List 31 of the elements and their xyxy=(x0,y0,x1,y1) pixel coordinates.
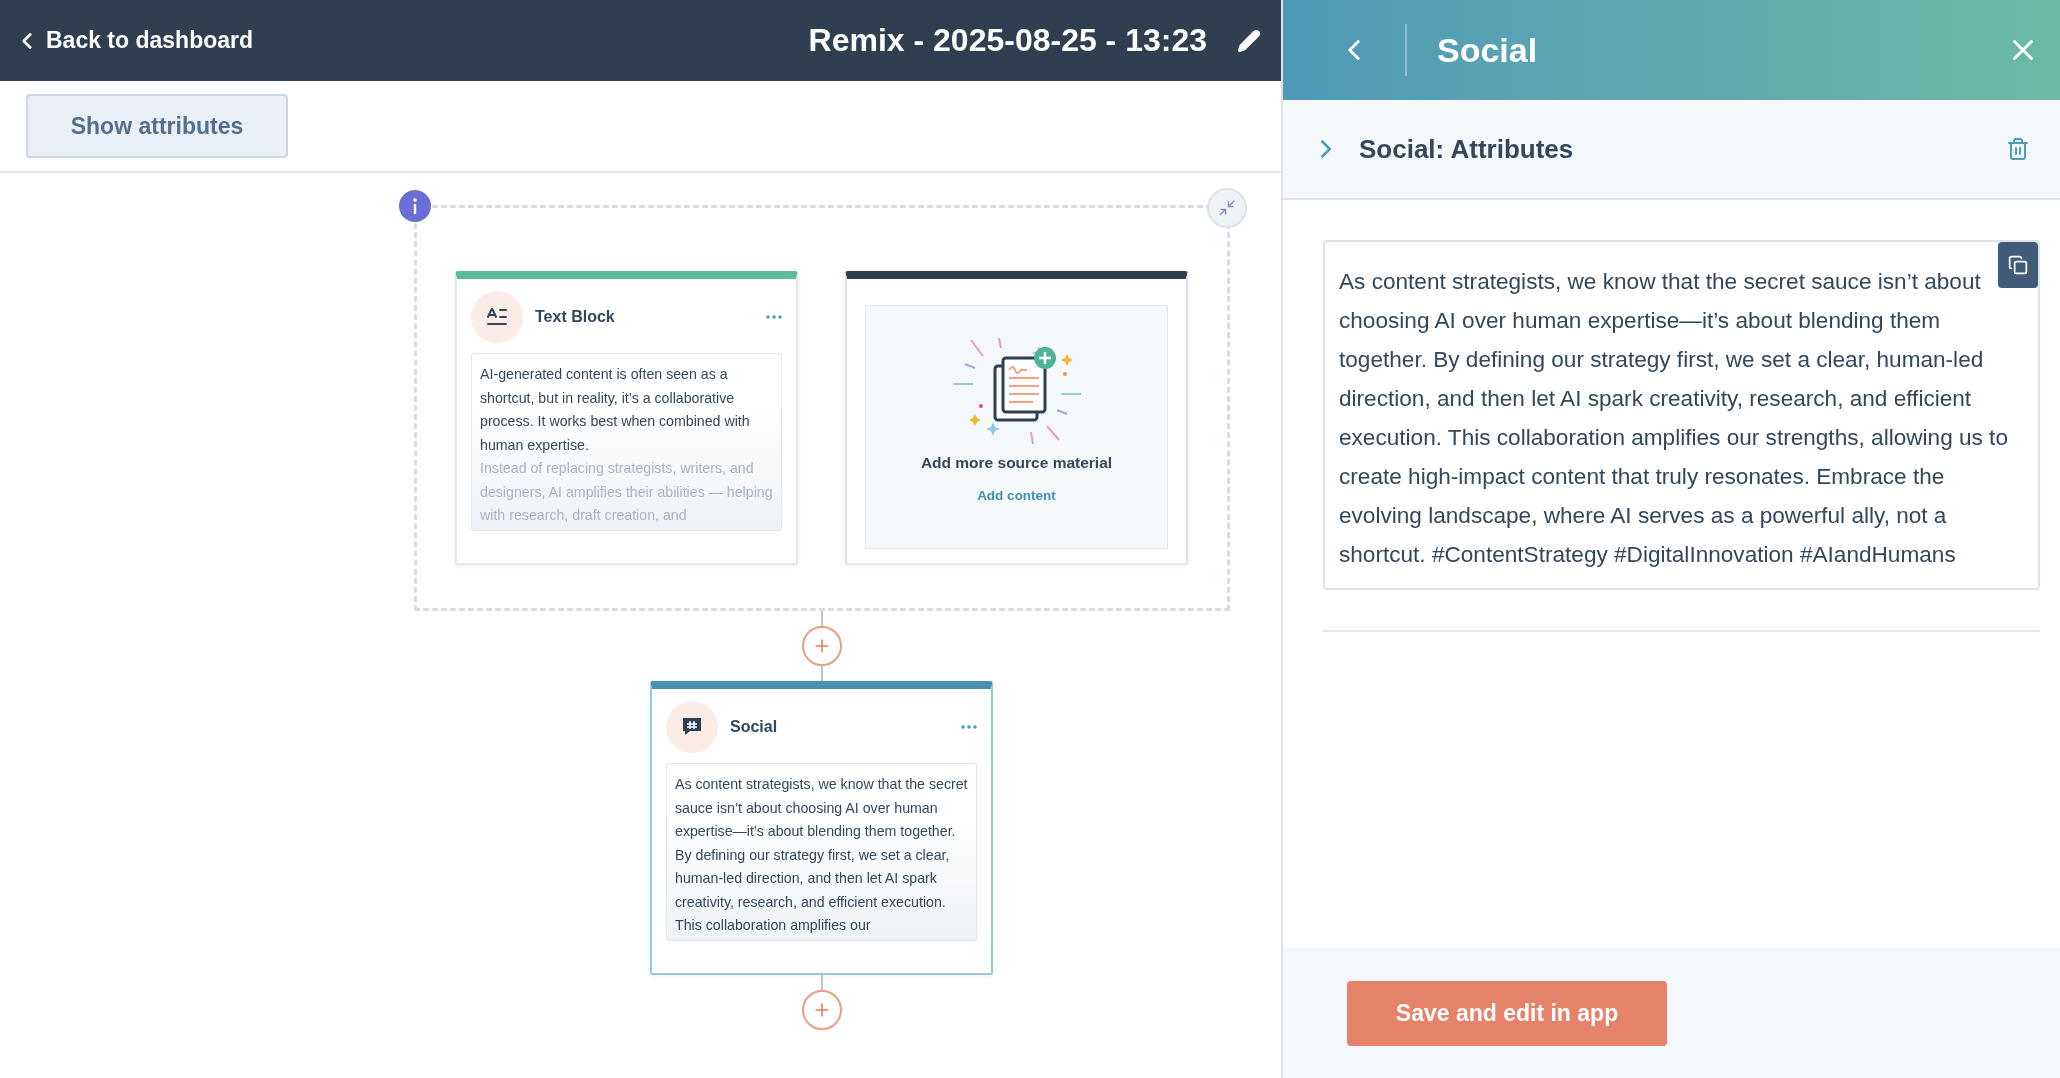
preview-text: As content strategists, we know that the secret sauce isn’t about choosing AI over human expertise—it’s about blending them together. By defining our strategy first, we set a clear, human-led direction, and then let AI spark creativity, research, and efficient execution. This collaboration amplifies our xyxy=(675,775,968,935)
card-title: Social xyxy=(730,718,778,736)
add-content-link[interactable]: Add content xyxy=(977,488,1056,503)
back-link[interactable]: Back to dashboard xyxy=(14,27,254,54)
more-button[interactable] xyxy=(961,725,977,729)
section-title: Social: Attributes xyxy=(1359,133,1574,165)
pencil-icon[interactable] xyxy=(1237,28,1261,53)
more-icon xyxy=(961,725,977,729)
show-attributes-button[interactable]: Show attributes xyxy=(26,94,288,158)
page-title: Remix - 2025-08-25 - 13:23 xyxy=(808,22,1207,59)
social-card[interactable] xyxy=(650,681,993,975)
copy-icon xyxy=(2008,255,2028,275)
copy-button[interactable] xyxy=(1998,242,2038,288)
add-step-button[interactable] xyxy=(801,990,842,1030)
add-step-button[interactable] xyxy=(801,626,842,666)
info-icon[interactable] xyxy=(398,190,431,222)
post-text-field[interactable] xyxy=(1323,240,2040,590)
attributes-section-header[interactable]: Social: Attributes xyxy=(1283,100,2060,200)
card-title: Text Block xyxy=(535,308,615,326)
more-button[interactable] xyxy=(766,315,782,319)
text-block-card[interactable] xyxy=(455,271,798,565)
save-button[interactable]: Save and edit in app xyxy=(1347,980,1667,1046)
collapse-icon xyxy=(1217,199,1236,217)
preview-text: Instead of replacing strategists, writers, and designers, AI amplifies their abilities — helping with research, draft creation, and xyxy=(480,459,773,525)
source-title: Add more source material xyxy=(920,454,1113,472)
collapse-button[interactable] xyxy=(1206,188,1247,228)
panel-title: Social xyxy=(1437,30,1538,70)
more-icon xyxy=(766,315,782,319)
preview-text: AI-generated content is often seen as a shortcut, but in reality, it’s a collaborative process. It works best when combined with human expertise. xyxy=(480,365,751,455)
trash-icon[interactable] xyxy=(2006,137,2030,161)
post-text: As content strategists, we know that the secret sauce isn’t about choosing AI over human expertise—it’s about blending them together. By defining our strategy first, we set a clear, human-led direction, and then let AI spark creativity, research, and efficient execution. This collaboration amplifies our strengths, allowing us to create high-impact content that truly resonates. Embrace the evolving landscape, where AI serves as a powerful ally, not a shortcut. #ContentStrategy #DigitalInnovation #AIandHumans xyxy=(1339,269,2008,567)
